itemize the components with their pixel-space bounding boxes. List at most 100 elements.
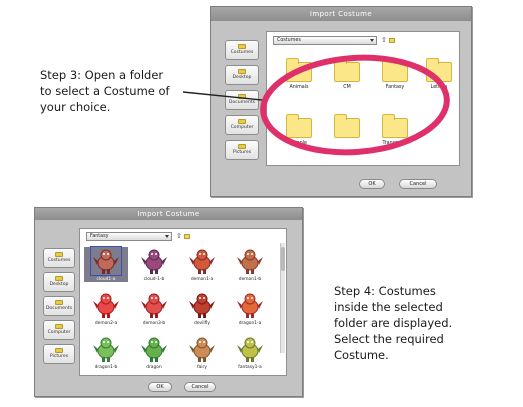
costume-name: dragon [146, 365, 162, 370]
step3-annotation: Step 3: Open a folder to select a Costum… [40, 67, 170, 115]
sidebar-item-label: Computer [47, 330, 71, 335]
folder-icon [426, 58, 452, 82]
costume-name: fairy [197, 365, 207, 370]
new-folder-icon[interactable] [183, 234, 190, 239]
chevron-down-icon [165, 235, 169, 238]
folder-name: Transports [382, 141, 408, 146]
costume-item[interactable]: dragon [132, 335, 176, 370]
location-sidebar: Costumes Desktop Documents Computer Pict… [43, 248, 75, 368]
costume-item[interactable]: cloud1-a [84, 246, 128, 282]
folder-item[interactable]: People [279, 114, 319, 146]
costume-name: demon1-b [238, 277, 262, 282]
sidebar-item-costumes[interactable]: Costumes [225, 40, 259, 60]
folder-icon [55, 300, 63, 305]
sidebar-item-desktop[interactable]: Desktop [225, 65, 259, 85]
step4-line: folder are displayed. [334, 316, 453, 330]
costume-item[interactable]: fairy [180, 335, 224, 370]
sidebar-item-computer[interactable]: Computer [43, 320, 75, 340]
path-dropdown[interactable]: Costumes [273, 36, 377, 45]
costume-name: demon2-a [94, 321, 118, 326]
scrollbar[interactable] [280, 243, 285, 353]
witch-creature-icon [141, 249, 167, 274]
costume-item[interactable]: dragon1-b [84, 335, 128, 370]
file-browser-pane: Fantasy ⇧ cloud1-a cloud-1-b demon1-a demon… [79, 228, 287, 376]
ok-button[interactable]: OK [148, 382, 172, 392]
costume-name: dragon1-a [238, 321, 262, 326]
folder-icon [382, 114, 408, 138]
path-bar: Fantasy ⇧ [86, 232, 190, 241]
folder-item[interactable]: CM [327, 58, 367, 90]
import-costume-dialog-costumes: Import Costume Costumes Desktop Document… [34, 207, 303, 397]
sidebar-item-pictures[interactable]: Pictures [43, 344, 75, 364]
sidebar-item-label: Computer [230, 125, 254, 130]
sidebar-item-label: Costumes [47, 258, 71, 263]
sidebar-item-label: Costumes [230, 50, 254, 55]
fairy-icon [189, 337, 215, 362]
folder-icon [334, 114, 360, 138]
scrollbar-thumb[interactable] [281, 247, 285, 271]
folder-icon [55, 252, 63, 257]
chevron-down-icon [370, 39, 374, 42]
devil-fly-icon [189, 293, 215, 318]
sidebar-item-label: Desktop [232, 75, 252, 80]
ok-button[interactable]: OK [359, 179, 385, 189]
folder-item[interactable]: Fantasy [375, 58, 415, 90]
cancel-button[interactable]: Cancel [184, 382, 216, 392]
step3-line: to select a Costume of [40, 84, 170, 98]
costume-item[interactable]: devilfly [180, 291, 224, 326]
folder-name: Animals [289, 85, 309, 90]
costume-name: demon1-a [190, 277, 214, 282]
dialog-title: Import Costume [35, 208, 302, 220]
sidebar-item-costumes[interactable]: Costumes [43, 248, 75, 268]
folder-item[interactable]: Animals [279, 58, 319, 90]
cancel-button[interactable]: Cancel [399, 179, 437, 189]
folder-icon [286, 114, 312, 138]
costume-item[interactable]: demon3-b [132, 291, 176, 326]
costume-name: cloud-1-b [143, 277, 165, 282]
import-costume-dialog-folders: Import Costume Costumes Desktop Document… [210, 6, 472, 197]
folder-icon [382, 58, 408, 82]
new-folder-icon[interactable] [388, 38, 395, 43]
green-dragon2-icon [141, 337, 167, 362]
costume-item[interactable]: demon1-b [228, 247, 272, 282]
sidebar-item-computer[interactable]: Computer [225, 115, 259, 135]
folder-name: People [291, 141, 307, 146]
sidebar-item-label: Desktop [49, 282, 69, 287]
path-value: Fantasy [90, 234, 109, 239]
red-demon-icon [93, 293, 119, 318]
costume-item[interactable]: fantasy1-a [228, 335, 272, 370]
path-value: Costumes [277, 38, 301, 43]
sidebar-item-documents[interactable]: Documents [225, 90, 259, 110]
folder-item[interactable]: Letters [419, 58, 459, 90]
costume-item[interactable]: dragon1-a [228, 291, 272, 326]
step4-line: Step 4: Costumes [334, 284, 436, 298]
folder-name: Letters [430, 85, 448, 90]
folder-icon [55, 348, 63, 353]
step4-line: Select the required [334, 332, 444, 346]
demon-icon [189, 249, 215, 274]
costume-item[interactable]: demon1-a [180, 247, 224, 282]
folder-icon [334, 58, 360, 82]
step4-line: inside the selected [334, 300, 443, 314]
costume-item[interactable]: demon2-a [84, 291, 128, 326]
parent-folder-icon[interactable]: ⇧ [381, 37, 387, 44]
step4-annotation: Step 4: Costumes inside the selected fol… [334, 283, 452, 363]
folder-icon [55, 324, 63, 329]
parent-folder-icon[interactable]: ⇧ [176, 233, 182, 240]
red-demon2-icon [141, 293, 167, 318]
step3-line: Step 3: Open a folder [40, 68, 164, 82]
sidebar-item-documents[interactable]: Documents [43, 296, 75, 316]
sidebar-item-label: Pictures [49, 354, 69, 359]
folder-item[interactable]: Transports [375, 114, 415, 146]
fantasy-creature-icon [237, 337, 263, 362]
sidebar-item-pictures[interactable]: Pictures [225, 140, 259, 160]
path-dropdown[interactable]: Fantasy [86, 232, 172, 241]
folder-icon [286, 58, 312, 82]
folder-item[interactable] [327, 114, 367, 141]
file-browser-pane: Costumes ⇧ Animals CM Fantasy Letters Pe… [266, 31, 460, 166]
sidebar-item-desktop[interactable]: Desktop [43, 272, 75, 292]
dragon-icon [237, 293, 263, 318]
folder-name: CM [343, 85, 351, 90]
costume-item[interactable]: cloud-1-b [132, 247, 176, 282]
path-bar: Costumes ⇧ [273, 36, 395, 45]
